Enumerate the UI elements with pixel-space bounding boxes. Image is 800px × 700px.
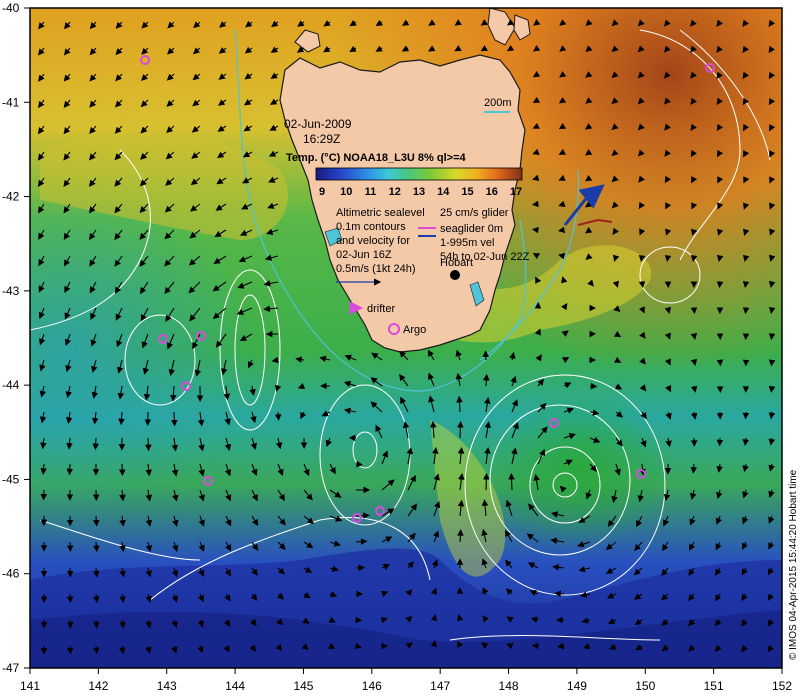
lon-tick-label: 143	[157, 679, 177, 693]
velocity-arrow	[355, 564, 366, 572]
velocity-arrow	[171, 411, 178, 427]
velocity-arrow	[531, 226, 539, 234]
velocity-arrow	[66, 619, 74, 629]
velocity-arrow	[768, 333, 776, 341]
colorbar-tick-label: 11	[365, 186, 377, 198]
glider-line-1: 25 cm/s glider	[440, 207, 509, 219]
velocity-arrow	[456, 587, 464, 595]
velocity-arrow	[355, 616, 363, 624]
lon-tick-label: 146	[362, 679, 382, 693]
velocity-arrow	[508, 472, 515, 491]
lon-tick-label: 150	[635, 679, 655, 693]
argo-label: Argo	[403, 324, 426, 336]
velocity-arrow	[690, 463, 698, 474]
velocity-arrow	[690, 307, 698, 315]
velocity-arrow	[768, 359, 776, 367]
lat-tick-label: -45	[2, 472, 20, 486]
velocity-arrow	[457, 420, 464, 439]
lat-tick-label: -42	[2, 190, 20, 204]
lat-tick-label: -47	[2, 661, 20, 675]
velocity-arrow	[768, 385, 776, 393]
lat-tick-label: -43	[2, 284, 20, 298]
velocity-arrow	[355, 460, 363, 468]
velocity-arrow	[457, 529, 464, 543]
lat-tick-label: -44	[2, 378, 20, 392]
lat-tick-label: -40	[2, 1, 20, 15]
velocity-arrow	[274, 411, 282, 421]
drifter-label: drifter	[367, 303, 395, 315]
lon-tick-label: 151	[704, 679, 724, 693]
colorbar-tick-label: 14	[437, 186, 450, 198]
lat-tick-label: -46	[2, 567, 20, 581]
lon-tick-label: 148	[499, 679, 519, 693]
legend-line-1: Altimetric sealevel	[336, 207, 425, 219]
velocity-arrow	[742, 411, 750, 420]
legend-line-3: and velocity for	[336, 235, 410, 247]
velocity-arrow	[742, 307, 750, 315]
lon-tick-label: 145	[293, 679, 313, 693]
date-label: 02-Jun-2009	[284, 117, 352, 131]
velocity-arrow	[482, 350, 490, 361]
legend-line-2: 0.1m contours	[336, 221, 406, 233]
time-label: 16:29Z	[303, 132, 340, 146]
colorbar-tick-label: 15	[461, 186, 473, 198]
velocity-arrow	[483, 373, 490, 387]
velocity-arrow	[531, 200, 539, 208]
velocity-arrow	[66, 593, 74, 604]
colorbar-tick-label: 13	[413, 186, 425, 198]
velocity-arrow	[664, 254, 672, 262]
velocity-arrow	[118, 463, 126, 477]
lon-tick-label: 149	[567, 679, 587, 693]
lon-tick-label: 144	[225, 679, 245, 693]
velocity-arrow	[483, 472, 490, 491]
velocity-arrow	[93, 515, 100, 527]
scale-label: 200m	[484, 97, 512, 109]
velocity-arrow	[531, 642, 539, 650]
lon-tick-label: 142	[88, 679, 108, 693]
velocity-arrow	[66, 567, 74, 578]
velocity-arrow	[589, 382, 598, 390]
velocity-arrow	[554, 590, 565, 598]
colorbar-tick-label: 10	[340, 186, 352, 198]
lon-tick-label: 147	[430, 679, 450, 693]
lon-tick-label: 152	[772, 679, 792, 693]
glider-line-3: 1-995m vel	[440, 237, 494, 249]
credit-label: © IMOS 04-Apr-2015 15:44:20 Hobart time	[788, 469, 799, 660]
colorbar-ticks: 9 10 11 12 13 14 15 16 17	[319, 186, 522, 198]
velocity-arrow	[66, 463, 74, 476]
lat-tick-label: -41	[2, 95, 20, 109]
longitude-axis: 141 142 143 144 145 146 147 148 149 150 151 152	[20, 668, 792, 693]
velocity-arrow	[66, 645, 74, 655]
velocity-arrow	[92, 437, 99, 451]
colorbar-tick-label: 9	[319, 186, 325, 198]
colorbar-tick-label: 16	[486, 186, 498, 198]
colorbar-title: Temp. (°C) NOAA18_L3U 8% ql>=4	[286, 152, 467, 164]
velocity-arrow	[40, 489, 48, 501]
glider-line-2: seaglider 0m	[440, 223, 503, 235]
lon-tick-label: 141	[20, 679, 40, 693]
colorbar-tick-label: 12	[389, 186, 401, 198]
velocity-arrow	[355, 512, 370, 519]
velocity-arrow	[557, 642, 565, 650]
latitude-axis: -40 -41 -42 -43 -44 -45 -46 -47	[2, 1, 30, 675]
legend-line-4: 02-Jun 16Z	[336, 249, 392, 261]
colorbar-tick-label: 17	[510, 186, 522, 198]
glider-line-4: 54h to 02-Jun 22Z	[440, 251, 530, 263]
legend-line-5: 0.5m/s (1kt 24h)	[336, 263, 415, 275]
velocity-arrow	[145, 437, 152, 452]
sst-map: Hobart drifter Argo 200m 02-Jun-2009 16:…	[2, 1, 799, 693]
velocity-arrow	[716, 281, 724, 289]
